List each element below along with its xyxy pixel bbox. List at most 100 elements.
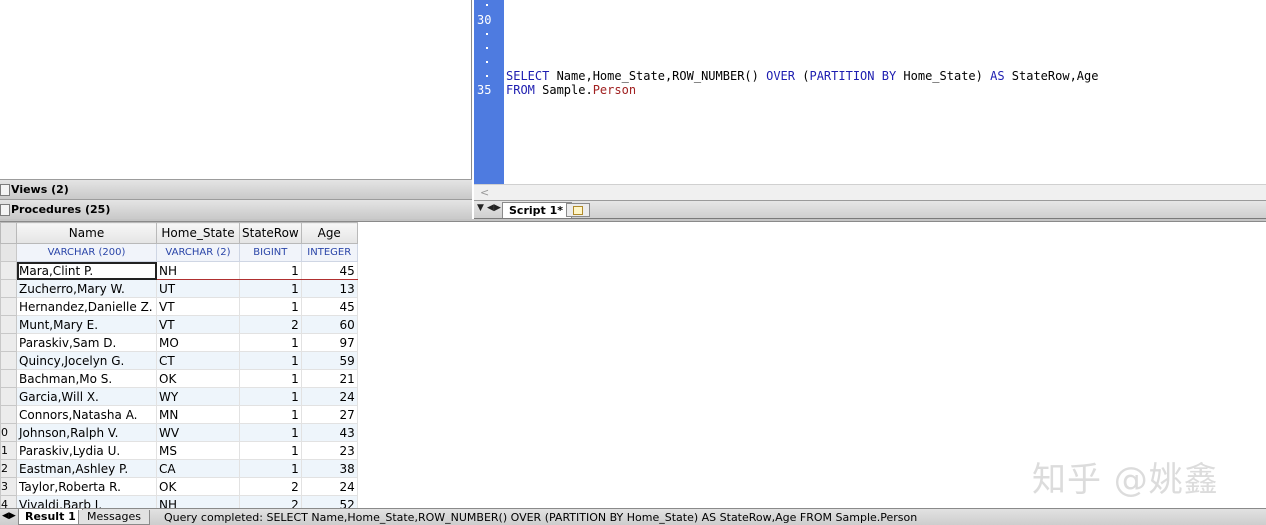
- cell-staterow[interactable]: 1: [239, 351, 302, 370]
- table-row[interactable]: Quincy,Jocelyn G. CT 1 59: [0, 351, 358, 370]
- cell-staterow[interactable]: 1: [239, 279, 302, 298]
- cell-staterow[interactable]: 1: [239, 297, 302, 316]
- tab-list-dropdown-icon[interactable]: ▼: [477, 203, 484, 213]
- cell-staterow[interactable]: 1: [239, 333, 302, 352]
- cell-home-state[interactable]: CA: [156, 459, 240, 478]
- cell-name[interactable]: Johnson,Ralph V.: [16, 423, 157, 442]
- cell-home-state[interactable]: OK: [156, 477, 240, 496]
- keyword-partition-by: PARTITION BY: [809, 69, 897, 83]
- new-script-tab-button[interactable]: [566, 203, 590, 217]
- cell-home-state[interactable]: VT: [156, 315, 240, 334]
- table-row[interactable]: Zucherro,Mary W. UT 1 13: [0, 279, 358, 298]
- tab-result-1[interactable]: Result 1: [18, 509, 83, 525]
- cell-age[interactable]: 59: [300, 351, 358, 370]
- cell-age[interactable]: 45: [300, 261, 358, 280]
- cell-name[interactable]: Taylor,Roberta R.: [16, 477, 157, 496]
- cell-home-state[interactable]: MO: [156, 333, 240, 352]
- cell-staterow[interactable]: 1: [239, 441, 302, 460]
- cell-name[interactable]: Paraskiv,Sam D.: [16, 333, 157, 352]
- table-row[interactable]: Munt,Mary E. VT 2 60: [0, 315, 358, 334]
- result-tab-nav-icon[interactable]: ◀▶: [2, 511, 16, 521]
- table-row[interactable]: 4 Vivaldi,Barb J. NH 2 52: [0, 495, 358, 508]
- tab-messages[interactable]: Messages: [78, 510, 150, 525]
- cell-age[interactable]: 52: [300, 495, 358, 508]
- cell-home-state[interactable]: MN: [156, 405, 240, 424]
- column-header-home-state[interactable]: Home_State: [156, 222, 240, 244]
- editor-horizontal-scrollbar[interactable]: <: [474, 184, 1266, 200]
- cell-staterow[interactable]: 2: [239, 495, 302, 508]
- cell-age[interactable]: 45: [300, 297, 358, 316]
- row-number-cell: 3: [0, 477, 17, 496]
- cell-name[interactable]: Garcia,Will X.: [16, 387, 157, 406]
- column-header-age[interactable]: Age: [300, 222, 358, 244]
- code-text: Name,Home_State,ROW_NUMBER(): [549, 69, 767, 83]
- cell-staterow[interactable]: 1: [239, 261, 302, 280]
- cell-name[interactable]: Hernandez,Danielle Z.: [16, 297, 157, 316]
- table-row[interactable]: Hernandez,Danielle Z. VT 1 45: [0, 297, 358, 316]
- table-row[interactable]: Bachman,Mo S. OK 1 21: [0, 369, 358, 388]
- tab-prev-icon[interactable]: ◀: [487, 203, 494, 213]
- table-row[interactable]: 2 Eastman,Ashley P. CA 1 38: [0, 459, 358, 478]
- cell-age[interactable]: 38: [300, 459, 358, 478]
- cell-age[interactable]: 23: [300, 441, 358, 460]
- cell-name[interactable]: Zucherro,Mary W.: [16, 279, 157, 298]
- cell-staterow[interactable]: 2: [239, 315, 302, 334]
- tree-node-views-label: Views (2): [11, 183, 69, 196]
- cell-home-state[interactable]: VT: [156, 297, 240, 316]
- cell-home-state[interactable]: NH: [156, 261, 240, 280]
- table-row[interactable]: 1 Paraskiv,Lydia U. MS 1 23: [0, 441, 358, 460]
- table-row[interactable]: Garcia,Will X. WY 1 24: [0, 387, 358, 406]
- cell-age[interactable]: 27: [300, 405, 358, 424]
- column-header-staterow[interactable]: StateRow: [239, 222, 302, 244]
- cell-staterow[interactable]: 2: [239, 477, 302, 496]
- gutter-dot: [486, 47, 488, 49]
- cell-home-state[interactable]: MS: [156, 441, 240, 460]
- table-row[interactable]: Mara,Clint P. NH 1 45: [0, 261, 358, 280]
- cell-home-state[interactable]: WY: [156, 387, 240, 406]
- cell-name[interactable]: Paraskiv,Lydia U.: [16, 441, 157, 460]
- object-browser-panel: Views (2) Procedures (25): [0, 0, 472, 219]
- table-row[interactable]: 3 Taylor,Roberta R. OK 2 24: [0, 477, 358, 496]
- results-table: Name Home_State StateRow Age VARCHAR (20…: [0, 222, 358, 508]
- cell-age[interactable]: 13: [300, 279, 358, 298]
- cell-home-state[interactable]: NH: [156, 495, 240, 508]
- row-number-cell: 2: [0, 459, 17, 478]
- scroll-left-icon[interactable]: <: [480, 186, 489, 199]
- cell-name[interactable]: Munt,Mary E.: [16, 315, 157, 334]
- cell-staterow[interactable]: 1: [239, 459, 302, 478]
- column-header-name[interactable]: Name: [16, 222, 157, 244]
- cell-age[interactable]: 43: [300, 423, 358, 442]
- cell-name[interactable]: Vivaldi,Barb J.: [16, 495, 157, 508]
- tree-node-procedures[interactable]: Procedures (25): [0, 199, 472, 219]
- table-row[interactable]: Paraskiv,Sam D. MO 1 97: [0, 333, 358, 352]
- gutter-dot: [486, 75, 488, 77]
- keyword-as: AS: [990, 69, 1005, 83]
- cell-staterow[interactable]: 1: [239, 405, 302, 424]
- cell-name[interactable]: Mara,Clint P.: [16, 261, 157, 280]
- cell-home-state[interactable]: OK: [156, 369, 240, 388]
- cell-name[interactable]: Connors,Natasha A.: [16, 405, 157, 424]
- cell-age[interactable]: 24: [300, 387, 358, 406]
- watermark: 知乎 @姚鑫: [1032, 460, 1219, 500]
- cell-age[interactable]: 97: [300, 333, 358, 352]
- tree-node-procedures-label: Procedures (25): [11, 203, 111, 216]
- cell-age[interactable]: 21: [300, 369, 358, 388]
- cell-home-state[interactable]: CT: [156, 351, 240, 370]
- cell-name[interactable]: Eastman,Ashley P.: [16, 459, 157, 478]
- tab-next-icon[interactable]: ▶: [494, 203, 501, 213]
- cell-staterow[interactable]: 1: [239, 423, 302, 442]
- cell-name[interactable]: Quincy,Jocelyn G.: [16, 351, 157, 370]
- cell-age[interactable]: 60: [300, 315, 358, 334]
- cell-age[interactable]: 24: [300, 477, 358, 496]
- table-row[interactable]: Connors,Natasha A. MN 1 27: [0, 405, 358, 424]
- sql-code[interactable]: SELECT Name,Home_State,ROW_NUMBER() OVER…: [506, 69, 1098, 97]
- cell-home-state[interactable]: WV: [156, 423, 240, 442]
- cell-staterow[interactable]: 1: [239, 387, 302, 406]
- cell-home-state[interactable]: UT: [156, 279, 240, 298]
- cell-name[interactable]: Bachman,Mo S.: [16, 369, 157, 388]
- cell-staterow[interactable]: 1: [239, 369, 302, 388]
- tree-node-views[interactable]: Views (2): [0, 179, 472, 199]
- tab-script-1[interactable]: Script 1*: [502, 202, 573, 218]
- sql-editor[interactable]: 30 35 SELECT Name,Home_State,ROW_NUMBER(…: [474, 0, 1266, 184]
- table-row[interactable]: 0 Johnson,Ralph V. WV 1 43: [0, 423, 358, 442]
